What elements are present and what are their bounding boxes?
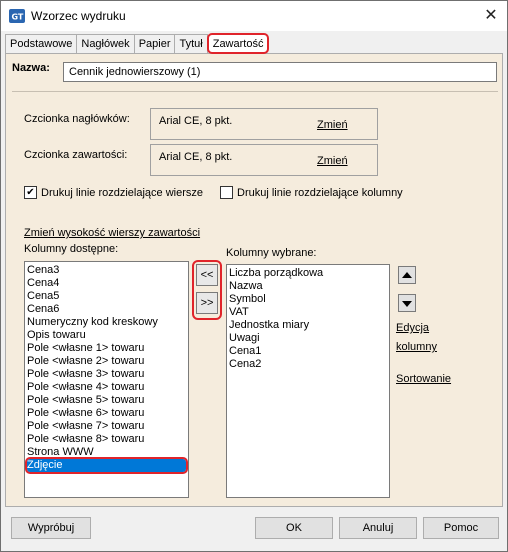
edit-column-link-2[interactable]: kolumny: [396, 341, 437, 353]
move-up-button[interactable]: [398, 266, 416, 284]
help-button[interactable]: Pomoc: [423, 517, 499, 539]
chosen-columns-label: Kolumny wybrane:: [226, 247, 317, 259]
ok-button[interactable]: OK: [255, 517, 333, 539]
list-item[interactable]: Pole <własne 7> towaru: [27, 420, 186, 433]
list-item[interactable]: Nazwa: [229, 280, 387, 293]
list-item[interactable]: Opis towaru: [27, 329, 186, 342]
change-content-font-link[interactable]: Zmień: [317, 155, 348, 167]
chosen-columns-list[interactable]: Liczba porządkowa Nazwa Symbol VAT Jedno…: [226, 264, 390, 498]
list-item[interactable]: Cena1: [229, 345, 387, 358]
list-item[interactable]: Symbol: [229, 293, 387, 306]
tab-naglowek[interactable]: Nagłówek: [76, 34, 135, 53]
list-item[interactable]: Pole <własne 3> towaru: [27, 368, 186, 381]
list-item[interactable]: VAT: [229, 306, 387, 319]
list-item[interactable]: Pole <własne 5> towaru: [27, 394, 186, 407]
tab-papier[interactable]: Papier: [133, 34, 176, 53]
list-item[interactable]: Numeryczny kod kreskowy: [27, 316, 186, 329]
list-item[interactable]: Strona WWW: [27, 446, 186, 459]
col-lines-checkbox[interactable]: Drukuj linie rozdzielające kolumny: [220, 186, 403, 199]
try-button[interactable]: Wypróbuj: [11, 517, 91, 539]
list-item[interactable]: Cena4: [27, 277, 186, 290]
checkmark-icon[interactable]: ✔: [24, 186, 37, 199]
arrow-up-icon: [402, 272, 412, 278]
row-lines-checkbox[interactable]: ✔ Drukuj linie rozdzielające wiersze: [24, 186, 203, 199]
arrow-down-icon: [402, 301, 412, 307]
header-font-label: Czcionka nagłówków:: [24, 113, 130, 125]
list-item[interactable]: Uwagi: [229, 332, 387, 345]
header-font-box: Arial CE, 8 pkt. Zmień: [150, 108, 378, 140]
move-buttons-group: << >>: [192, 260, 222, 320]
list-item-selected[interactable]: Zdjęcie: [25, 457, 188, 474]
window-title: Wzorzec wydruku: [31, 9, 126, 23]
list-item[interactable]: Pole <własne 1> towaru: [27, 342, 186, 355]
header-font-value: Arial CE, 8 pkt.: [159, 115, 233, 127]
content-font-value: Arial CE, 8 pkt.: [159, 151, 233, 163]
list-item[interactable]: Cena5: [27, 290, 186, 303]
list-item[interactable]: Pole <własne 4> towaru: [27, 381, 186, 394]
list-item[interactable]: Cena6: [27, 303, 186, 316]
content-font-label: Czcionka zawartości:: [24, 149, 128, 161]
print-template-dialog: GT Wzorzec wydruku ✕ Podstawowe Nagłówek…: [0, 0, 508, 552]
change-header-font-link[interactable]: Zmień: [317, 119, 348, 131]
name-input[interactable]: Cennik jednowierszowy (1): [63, 62, 497, 82]
sort-link[interactable]: Sortowanie: [396, 373, 451, 385]
list-item[interactable]: Liczba porządkowa: [229, 267, 387, 280]
content-panel: Nazwa: Cennik jednowierszowy (1) Czcionk…: [5, 53, 503, 507]
divider: [12, 91, 498, 92]
cancel-button[interactable]: Anuluj: [339, 517, 417, 539]
available-columns-list[interactable]: Cena3 Cena4 Cena5 Cena6 Numeryczny kod k…: [24, 261, 189, 498]
list-item[interactable]: Cena2: [229, 358, 387, 371]
tab-podstawowe[interactable]: Podstawowe: [5, 34, 78, 53]
list-item[interactable]: Pole <własne 2> towaru: [27, 355, 186, 368]
svg-text:GT: GT: [12, 13, 24, 22]
tab-tytul[interactable]: Tytuł: [174, 34, 208, 53]
app-icon: GT: [9, 9, 25, 23]
checkbox-empty-icon[interactable]: [220, 186, 233, 199]
row-height-link[interactable]: Zmień wysokość wierszy zawartości: [24, 227, 200, 239]
list-item[interactable]: Cena3: [27, 264, 186, 277]
available-columns-label: Kolumny dostępne:: [24, 243, 119, 255]
col-lines-label: Drukuj linie rozdzielające kolumny: [237, 186, 403, 199]
name-label: Nazwa:: [12, 62, 50, 74]
move-right-button[interactable]: >>: [196, 292, 218, 314]
edit-column-link-1[interactable]: Edycja: [396, 322, 429, 334]
close-icon[interactable]: ✕: [479, 5, 503, 27]
move-down-button[interactable]: [398, 294, 416, 312]
content-font-box: Arial CE, 8 pkt. Zmień: [150, 144, 378, 176]
row-lines-label: Drukuj linie rozdzielające wiersze: [41, 186, 204, 199]
tab-zawartosc[interactable]: Zawartość: [206, 33, 270, 54]
list-item[interactable]: Jednostka miary: [229, 319, 387, 332]
title-bar: GT Wzorzec wydruku ✕: [1, 1, 507, 31]
tab-bar: Podstawowe Nagłówek Papier Tytuł Zawarto…: [5, 33, 270, 54]
move-left-button[interactable]: <<: [196, 264, 218, 286]
list-item[interactable]: Pole <własne 6> towaru: [27, 407, 186, 420]
list-item[interactable]: Pole <własne 8> towaru: [27, 433, 186, 446]
